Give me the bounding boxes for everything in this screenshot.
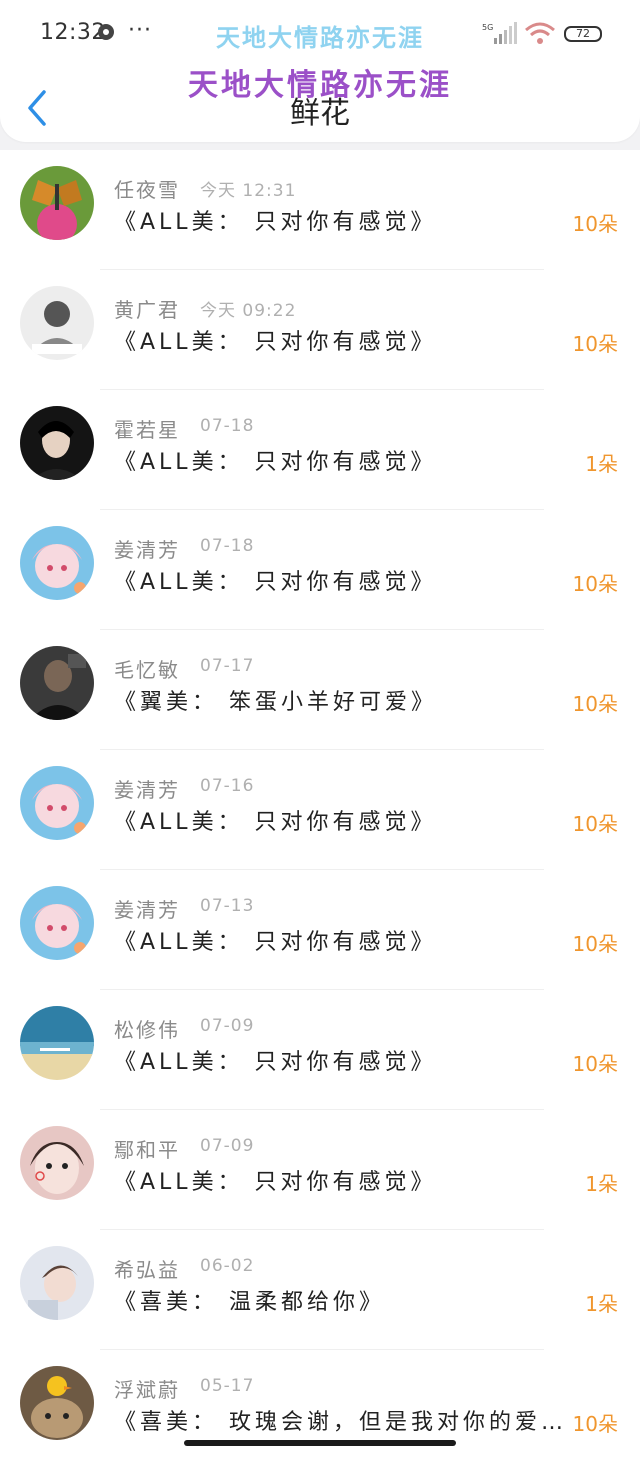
list-item[interactable]: 姜清芳 07-18 《ALL美： 只对你有感觉》 10朵	[0, 510, 640, 630]
flower-count: 10朵	[572, 692, 618, 716]
list-item[interactable]: 姜清芳 07-16 《ALL美： 只对你有感觉》 10朵	[0, 750, 640, 870]
send-date: 05-17	[200, 1376, 255, 1396]
book-title: 《喜美： 玫瑰会谢，但是我对你的爱…	[114, 1410, 566, 1435]
wifi-icon	[525, 22, 555, 44]
sender-name: 希弘益	[114, 1258, 180, 1282]
book-title: 《ALL美： 只对你有感觉》	[114, 450, 437, 475]
flower-count: 10朵	[572, 572, 618, 596]
flower-count: 10朵	[572, 332, 618, 356]
flower-count: 1朵	[585, 452, 618, 476]
girl-face-avatar	[20, 1126, 94, 1200]
book-title: 《ALL美： 只对你有感觉》	[114, 810, 437, 835]
send-date: 06-02	[200, 1256, 255, 1276]
book-title: 《ALL美： 只对你有感觉》	[114, 210, 437, 235]
flower-count: 1朵	[585, 1172, 618, 1196]
cat-duck-avatar	[20, 1366, 94, 1440]
list-item[interactable]: 鄢和平 07-09 《ALL美： 只对你有感觉》 1朵	[0, 1110, 640, 1230]
flower-gift-list: 任夜雪 今天 12:31 《ALL美： 只对你有感觉》 10朵 黄广君 今天 0…	[0, 150, 640, 1470]
sender-name: 黄广君	[114, 298, 180, 322]
sender-name: 霍若星	[114, 418, 180, 442]
sender-name: 姜清芳	[114, 778, 180, 802]
send-date: 07-16	[200, 776, 255, 796]
book-title: 《ALL美： 只对你有感觉》	[114, 330, 437, 355]
flower-count: 10朵	[572, 212, 618, 236]
sender-name: 姜清芳	[114, 898, 180, 922]
svg-text:5G: 5G	[482, 23, 493, 32]
send-date: 07-17	[200, 656, 255, 676]
book-title: 《ALL美： 只对你有感觉》	[114, 1170, 437, 1195]
flower-count: 10朵	[572, 812, 618, 836]
list-item[interactable]: 霍若星 07-18 《ALL美： 只对你有感觉》 1朵	[0, 390, 640, 510]
send-date: 今天 12:31	[200, 181, 297, 201]
dark-portrait-avatar	[20, 406, 94, 480]
send-date: 今天 09:22	[200, 301, 297, 321]
sender-name: 鄢和平	[114, 1138, 180, 1162]
list-item[interactable]: 希弘益 06-02 《喜美： 温柔都给你》 1朵	[0, 1230, 640, 1350]
anime-girl-avatar	[20, 526, 94, 600]
book-title: 《ALL美： 只对你有感觉》	[114, 1050, 437, 1075]
flower-count: 1朵	[585, 1292, 618, 1316]
list-item[interactable]: 姜清芳 07-13 《ALL美： 只对你有感觉》 10朵	[0, 870, 640, 990]
person-sketch-avatar	[20, 286, 94, 360]
send-date: 07-18	[200, 416, 255, 436]
page-title: 鲜花	[290, 96, 350, 131]
flower-count: 10朵	[572, 1412, 618, 1436]
list-item[interactable]: 浮斌蔚 05-17 《喜美： 玫瑰会谢，但是我对你的爱… 10朵	[0, 1350, 640, 1470]
list-item[interactable]: 松修伟 07-09 《ALL美： 只对你有感觉》 10朵	[0, 990, 640, 1110]
list-item[interactable]: 任夜雪 今天 12:31 《ALL美： 只对你有感觉》 10朵	[0, 150, 640, 270]
beach-avatar	[20, 1006, 94, 1080]
send-date: 07-09	[200, 1136, 255, 1156]
sender-name: 任夜雪	[114, 178, 180, 202]
anime-girl-avatar	[20, 886, 94, 960]
home-indicator[interactable]	[184, 1440, 456, 1446]
send-date: 07-18	[200, 536, 255, 556]
book-title: 《翼美： 笨蛋小羊好可爱》	[114, 690, 437, 715]
battery-indicator: 72	[564, 26, 602, 42]
butterfly-avatar	[20, 166, 94, 240]
signal-5g-icon: 5G	[482, 22, 517, 44]
top-header: 12:32 ··· 天地大情路亦无涯 5G 72 天地大情路亦无涯 鲜花	[0, 0, 640, 142]
send-date: 07-13	[200, 896, 255, 916]
anime-girl-avatar	[20, 766, 94, 840]
send-date: 07-09	[200, 1016, 255, 1036]
list-item[interactable]: 黄广君 今天 09:22 《ALL美： 只对你有感觉》 10朵	[0, 270, 640, 390]
sender-name: 姜清芳	[114, 538, 180, 562]
sender-name: 浮斌蔚	[114, 1378, 180, 1402]
dark-person-avatar	[20, 646, 94, 720]
book-title: 《喜美： 温柔都给你》	[114, 1290, 385, 1315]
boy-avatar	[20, 1246, 94, 1320]
book-title: 《ALL美： 只对你有感觉》	[114, 930, 437, 955]
list-item[interactable]: 毛忆敏 07-17 《翼美： 笨蛋小羊好可爱》 10朵	[0, 630, 640, 750]
flower-count: 10朵	[572, 1052, 618, 1076]
sender-name: 毛忆敏	[114, 658, 180, 682]
sender-name: 松修伟	[114, 1018, 180, 1042]
flower-count: 10朵	[572, 932, 618, 956]
book-title: 《ALL美： 只对你有感觉》	[114, 570, 437, 595]
